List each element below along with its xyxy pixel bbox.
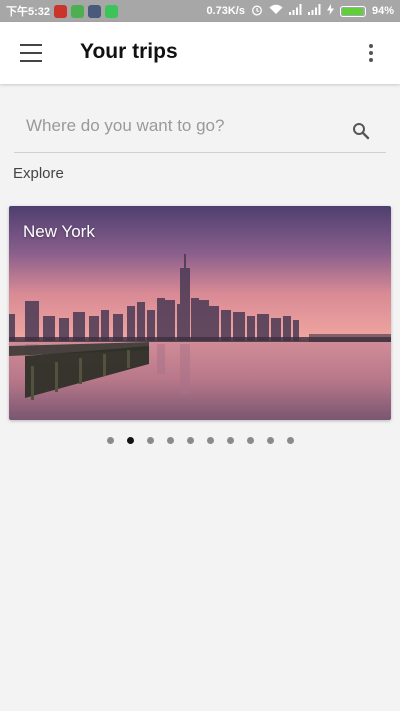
- carousel-dot[interactable]: [206, 437, 214, 444]
- carousel-dot[interactable]: [166, 437, 174, 444]
- status-time: 下午5:32: [6, 6, 51, 18]
- hamburger-menu-icon[interactable]: [20, 44, 42, 62]
- more-vert-icon[interactable]: [368, 44, 374, 62]
- notification-alarm-app-icon: [105, 4, 119, 18]
- battery-percent: 94%: [371, 5, 394, 17]
- wifi-icon: [269, 4, 283, 18]
- carousel-dot[interactable]: [266, 437, 274, 444]
- signal-icon-2: [307, 4, 321, 18]
- battery-fill: [341, 7, 363, 15]
- search-input[interactable]: [26, 112, 336, 140]
- search-box: [14, 104, 386, 153]
- destination-card[interactable]: New York: [9, 206, 391, 420]
- carousel-dot[interactable]: [146, 437, 154, 444]
- carousel-dot[interactable]: [286, 437, 294, 444]
- carousel-dot[interactable]: [226, 437, 234, 444]
- status-left: 下午5:32: [6, 3, 119, 19]
- explore-heading: Explore: [13, 165, 64, 182]
- status-right: 0.73K/s 94%: [206, 4, 394, 19]
- carousel-dot[interactable]: [106, 437, 114, 444]
- carousel-dot[interactable]: [126, 437, 134, 444]
- card-title: New York: [23, 222, 95, 241]
- carousel-pager: [0, 437, 400, 444]
- notification-battery-app-icon: [71, 4, 85, 18]
- charging-icon: [326, 4, 334, 18]
- battery-icon: [339, 5, 366, 17]
- carousel-dot[interactable]: [186, 437, 194, 444]
- carousel-dot[interactable]: [246, 437, 254, 444]
- network-speed: 0.73K/s: [206, 5, 245, 17]
- status-bar: 下午5:32 0.73K/s 94%: [0, 0, 400, 22]
- alarm-icon: [251, 4, 263, 19]
- notification-telegram-icon: [88, 4, 102, 18]
- app-bar: Your trips: [0, 22, 400, 84]
- notification-app-icon: [54, 4, 68, 18]
- signal-icon-1: [288, 4, 302, 18]
- page-title: Your trips: [80, 40, 178, 63]
- search-icon[interactable]: [352, 122, 370, 140]
